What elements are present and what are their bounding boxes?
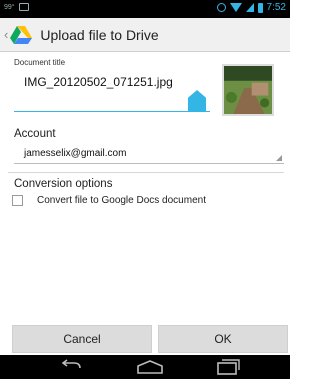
battery-icon	[257, 2, 263, 13]
temperature-text: 99°	[4, 3, 15, 11]
nav-back-icon[interactable]	[58, 359, 84, 375]
status-left: 99°	[4, 3, 29, 11]
cancel-button[interactable]: Cancel	[12, 325, 152, 353]
convert-checkbox-label[interactable]: Convert file to Google Docs document	[37, 195, 206, 206]
back-chevron-icon[interactable]: ‹	[4, 27, 8, 42]
convert-checkbox-row[interactable]: Convert file to Google Docs document	[12, 195, 206, 206]
signal-icon	[245, 3, 254, 12]
action-bar-title: Upload file to Drive	[40, 26, 159, 43]
action-bar: ‹ Upload file to Drive	[0, 18, 290, 52]
convert-checkbox[interactable]	[12, 195, 23, 206]
status-right: 7:52	[216, 2, 286, 13]
status-bar: 99° 7:52	[0, 0, 290, 18]
dropdown-corner-icon	[276, 155, 282, 161]
nav-home-icon[interactable]	[135, 359, 165, 375]
drive-logo-icon[interactable]	[10, 25, 33, 45]
account-label: Account	[14, 128, 56, 140]
image-notification-icon	[18, 3, 29, 11]
clock-time: 7:52	[266, 2, 286, 13]
wifi-icon	[229, 3, 242, 12]
upload-dialog-screen: 99° 7:52 ‹ Upload file to Drive Document…	[0, 0, 290, 379]
document-title-input[interactable]: IMG_20120502_071251.jpg	[14, 70, 210, 112]
nav-recent-apps-icon[interactable]	[215, 358, 241, 376]
document-title-label: Document title	[14, 58, 66, 67]
account-value: jamesselix@gmail.com	[24, 148, 127, 159]
ok-button[interactable]: OK	[158, 325, 288, 353]
document-title-value: IMG_20120502_071251.jpg	[24, 75, 173, 89]
conversion-options-label: Conversion options	[14, 178, 113, 190]
image-thumbnail	[222, 64, 274, 116]
section-divider	[8, 172, 284, 173]
alarm-icon	[216, 3, 226, 12]
account-dropdown[interactable]: jamesselix@gmail.com	[14, 144, 284, 164]
navigation-bar	[0, 355, 290, 379]
